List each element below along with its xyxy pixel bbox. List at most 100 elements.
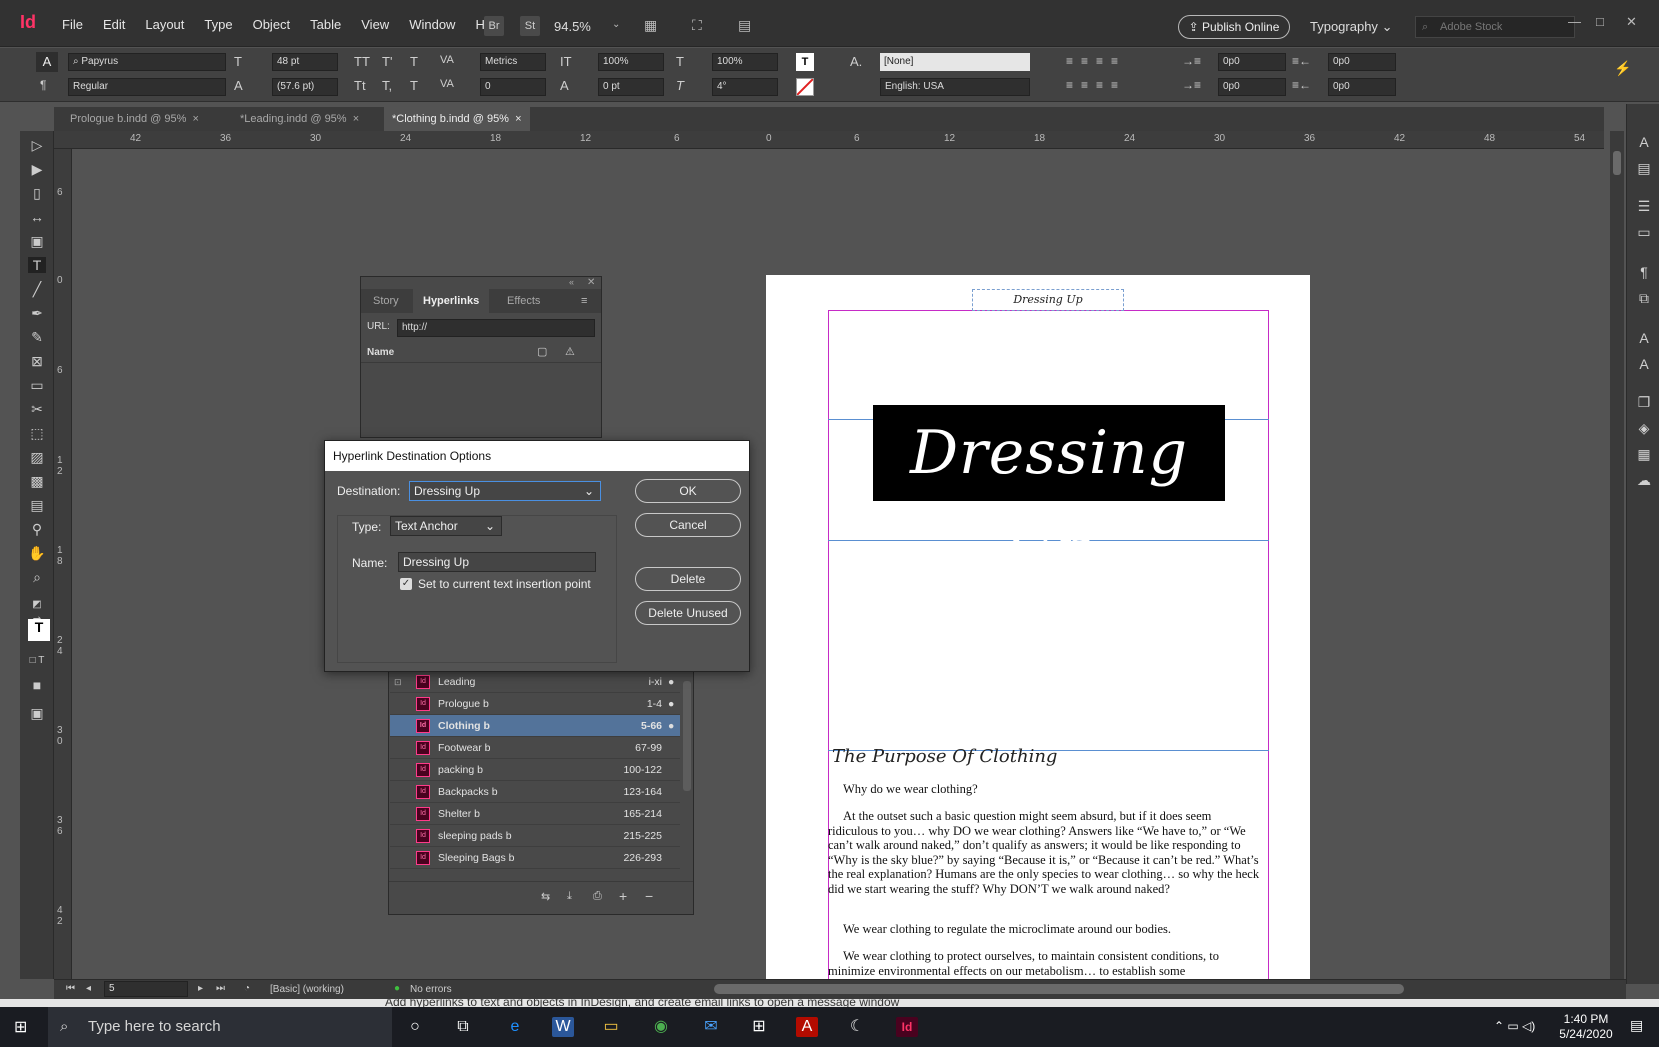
- tracking-field[interactable]: 0: [480, 78, 546, 96]
- book-row[interactable]: ⊡ Id Leading i-xi ●: [390, 671, 680, 693]
- close-icon[interactable]: ✕: [1626, 14, 1637, 30]
- edge-icon[interactable]: e: [504, 1017, 526, 1037]
- horizontal-scrollbar[interactable]: [714, 984, 1404, 994]
- rectangle-frame-tool-icon[interactable]: ⊠: [28, 353, 46, 369]
- close-icon[interactable]: ×: [192, 113, 198, 125]
- preflight-status[interactable]: No errors: [410, 984, 452, 995]
- layers-panel-icon[interactable]: ◈: [1635, 420, 1653, 436]
- remove-document-icon[interactable]: −: [645, 888, 653, 904]
- close-icon[interactable]: ✕: [587, 277, 595, 288]
- next-page-icon[interactable]: ▸: [198, 983, 203, 994]
- type-tool-icon[interactable]: T: [28, 257, 46, 273]
- first-page-icon[interactable]: ⏮: [66, 983, 75, 994]
- skew-field[interactable]: 4°: [712, 78, 778, 96]
- cortana-icon[interactable]: ○: [404, 1017, 426, 1037]
- book-row[interactable]: Id Sleeping Bags b 226-293: [390, 847, 680, 869]
- taskbar-search-input[interactable]: ⌕ Type here to search: [48, 1007, 392, 1047]
- character-style-field[interactable]: [None]: [880, 53, 1030, 71]
- panel-menu-icon[interactable]: ≡: [581, 295, 587, 307]
- paragraph-styles-icon[interactable]: ▤: [1635, 160, 1653, 176]
- tab-leading[interactable]: *Leading.indd @ 95% ×: [232, 107, 367, 131]
- direct-selection-tool-icon[interactable]: ▶: [28, 161, 46, 177]
- text-wrap-icon[interactable]: ☰: [1635, 198, 1653, 214]
- menu-layout[interactable]: Layout: [135, 17, 194, 32]
- small-caps-icon[interactable]: Tt: [354, 78, 366, 93]
- character-panel-icon[interactable]: A: [1635, 134, 1653, 150]
- file-explorer-icon[interactable]: ▭: [600, 1017, 622, 1037]
- insertion-point-checkbox[interactable]: ✓: [400, 578, 412, 590]
- vertical-scale-field[interactable]: 100%: [598, 53, 664, 71]
- stroke-none-swatch[interactable]: [796, 78, 814, 96]
- right-indent-field[interactable]: 0p0: [1328, 53, 1396, 71]
- gap-tool-icon[interactable]: ↔: [28, 209, 46, 225]
- book-row[interactable]: Id Backpacks b 123-164: [390, 781, 680, 803]
- cc-libraries-icon[interactable]: ☁: [1635, 472, 1653, 488]
- screen-mode-icon[interactable]: ▦: [644, 17, 657, 34]
- last-page-icon[interactable]: ⏭: [216, 983, 225, 994]
- strikethrough-icon[interactable]: T: [410, 78, 418, 93]
- scissors-tool-icon[interactable]: ✂: [28, 401, 46, 417]
- baseline-shift-field[interactable]: 0 pt: [598, 78, 664, 96]
- subscript-icon[interactable]: T,: [382, 78, 392, 93]
- align-buttons-row2[interactable]: ≡≡≡≡: [1066, 78, 1126, 92]
- open-page-icon[interactable]: ◔: [244, 983, 250, 994]
- delete-unused-button[interactable]: Delete Unused: [635, 601, 741, 625]
- all-caps-icon[interactable]: TT: [354, 54, 370, 69]
- selection-tool-icon[interactable]: ▷: [28, 137, 46, 153]
- menu-object[interactable]: Object: [243, 17, 301, 32]
- gradient-tool-icon[interactable]: ▨: [28, 449, 46, 465]
- acrobat-icon[interactable]: A: [796, 1017, 818, 1037]
- body-paragraph[interactable]: We wear clothing to regulate the microcl…: [828, 922, 1262, 937]
- scroll-thumb[interactable]: [1613, 151, 1621, 175]
- word-icon[interactable]: W: [552, 1017, 574, 1037]
- url-input[interactable]: http://: [397, 319, 595, 337]
- running-header[interactable]: Dressing Up: [972, 289, 1124, 311]
- font-family-field[interactable]: ⌕ Papyrus: [68, 53, 226, 71]
- fill-text-swatch[interactable]: T: [796, 53, 814, 71]
- name-input[interactable]: Dressing Up: [398, 552, 596, 572]
- tab-prologue[interactable]: Prologue b.indd @ 95% ×: [62, 107, 207, 131]
- save-book-icon[interactable]: ⤓: [567, 890, 572, 903]
- minimize-icon[interactable]: —: [1568, 14, 1581, 29]
- table-panel-icon[interactable]: ▭: [1635, 224, 1653, 240]
- align-buttons-row1[interactable]: ≡≡≡≡: [1066, 54, 1126, 68]
- book-row[interactable]: Id Prologue b 1-4 ●: [390, 693, 680, 715]
- task-view-icon[interactable]: ⧉: [452, 1017, 474, 1037]
- prev-page-icon[interactable]: ◂: [86, 983, 91, 994]
- gradient-feather-tool-icon[interactable]: ▩: [28, 473, 46, 489]
- menu-window[interactable]: Window: [399, 17, 465, 32]
- zoom-dropdown-icon[interactable]: ⌄: [612, 19, 620, 30]
- body-paragraph[interactable]: At the outset such a basic question migh…: [828, 809, 1262, 896]
- left-indent-field[interactable]: 0p0: [1218, 53, 1286, 71]
- menu-edit[interactable]: Edit: [93, 17, 135, 32]
- horizontal-ruler[interactable]: 42 36 30 24 18 12 6 0 6 12 18 24 30 36 4…: [54, 131, 1604, 149]
- book-row[interactable]: Id Footwear b 67-99: [390, 737, 680, 759]
- rectangle-tool-icon[interactable]: ▭: [28, 377, 46, 393]
- book-row[interactable]: Id packing b 100-122: [390, 759, 680, 781]
- glyphs-panel-icon[interactable]: ⧉: [1635, 290, 1653, 306]
- stock-search-input[interactable]: ⌕ Adobe Stock: [1415, 16, 1575, 38]
- workspace-switcher[interactable]: Typography ⌄: [1310, 19, 1392, 35]
- free-transform-tool-icon[interactable]: ⬚: [28, 425, 46, 441]
- last-line-indent-field[interactable]: 0p0: [1328, 78, 1396, 96]
- book-row-selected[interactable]: Id Clothing b 5-66 ●: [390, 715, 680, 737]
- hand-tool-icon[interactable]: ✋: [28, 545, 46, 561]
- cancel-button[interactable]: Cancel: [635, 513, 741, 537]
- close-icon[interactable]: ×: [515, 113, 521, 125]
- content-collector-icon[interactable]: ▣: [28, 233, 46, 249]
- eyedropper-tool-icon[interactable]: ⚲: [28, 521, 46, 537]
- menu-table[interactable]: Table: [300, 17, 351, 32]
- taskbar-clock[interactable]: 1:40 PM 5/24/2020: [1550, 1012, 1622, 1042]
- maximize-icon[interactable]: □: [1596, 14, 1604, 29]
- tab-hyperlinks[interactable]: Hyperlinks: [413, 289, 490, 313]
- tab-story[interactable]: Story: [363, 289, 409, 313]
- menu-view[interactable]: View: [351, 17, 399, 32]
- chrome-icon[interactable]: ◉: [650, 1017, 672, 1037]
- fill-stroke-swatch-icon[interactable]: T: [28, 619, 50, 641]
- menu-file[interactable]: File: [52, 17, 93, 32]
- destination-select[interactable]: Dressing Up ⌄: [409, 481, 601, 501]
- arrange-documents-icon[interactable]: ▤: [738, 17, 751, 34]
- master-status[interactable]: [Basic] (working): [270, 984, 344, 995]
- book-row[interactable]: Id Shelter b 165-214: [390, 803, 680, 825]
- page-tool-icon[interactable]: ▯: [28, 185, 46, 201]
